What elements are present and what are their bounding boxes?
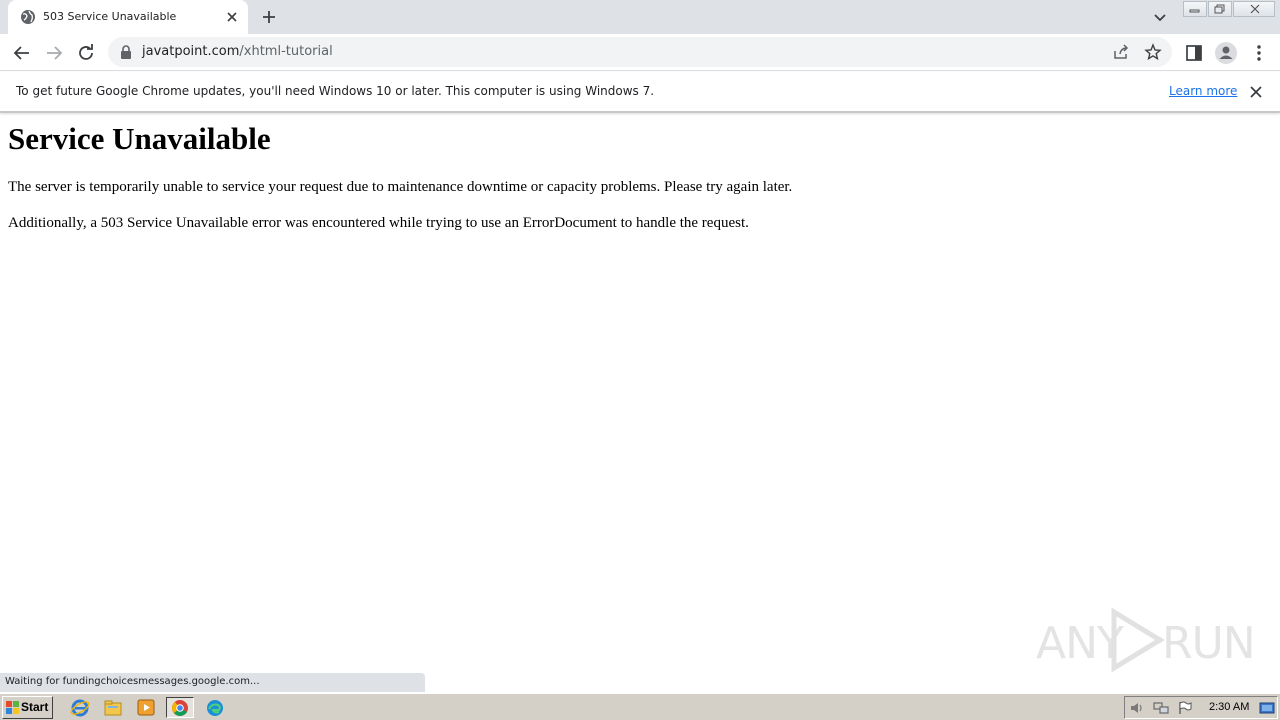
side-panel-icon[interactable] [1184,43,1204,63]
minimize-button[interactable] [1183,1,1207,17]
system-tray: 2:30 AM [1124,696,1278,719]
play-logo-icon [1111,608,1165,672]
show-desktop-icon[interactable] [1259,701,1275,715]
forward-icon[interactable] [44,43,64,63]
ie-icon[interactable] [69,697,91,718]
lock-icon[interactable] [120,45,132,59]
start-button[interactable]: Start [2,696,53,719]
close-icon[interactable] [1248,84,1264,100]
browser-toolbar: javatpoint.com/xhtml-tutorial [0,34,1280,71]
status-text: Waiting for fundingchoicesmessages.googl… [5,676,260,687]
error-paragraph-1: The server is temporarily unable to serv… [8,179,793,195]
explorer-icon[interactable] [102,697,124,718]
minimize-icon [1189,9,1200,13]
close-icon [1250,4,1260,14]
learn-more-link[interactable]: Learn more [1169,84,1237,98]
chrome-taskbar-button[interactable] [166,697,194,718]
bookmark-star-icon[interactable] [1144,43,1162,61]
menu-kebab-icon[interactable] [1249,43,1269,63]
reload-icon[interactable] [76,43,96,63]
close-tab-icon[interactable] [224,9,240,25]
infobar-message: To get future Google Chrome updates, you… [16,84,655,98]
tab-strip: 503 Service Unavailable [0,0,1280,34]
share-icon[interactable] [1112,43,1130,61]
chevron-down-icon[interactable] [1152,9,1168,25]
new-tab-icon[interactable] [260,8,278,26]
profile-avatar-icon[interactable] [1215,42,1237,64]
tab-title: 503 Service Unavailable [43,10,177,23]
status-bubble: Waiting for fundingchoicesmessages.googl… [0,673,425,692]
tab-active[interactable]: 503 Service Unavailable [8,0,248,34]
windows-logo-icon [6,701,19,714]
error-paragraph-2: Additionally, a 503 Service Unavailable … [8,215,749,231]
start-label: Start [21,700,49,714]
restore-button[interactable] [1208,1,1232,17]
watermark-right-text: RUN [1162,618,1256,669]
update-infobar: To get future Google Chrome updates, you… [0,72,1280,113]
address-bar[interactable]: javatpoint.com/xhtml-tutorial [108,37,1172,67]
url-path: /xhtml-tutorial [239,44,333,59]
windows-taskbar: Start 2:30 AM [0,693,1280,720]
media-player-icon[interactable] [135,697,157,718]
url-text[interactable]: javatpoint.com/xhtml-tutorial [142,44,333,59]
globe-icon [21,10,35,24]
page-title: Service Unavailable [8,121,271,156]
clock-time: 2:30 AM [1209,701,1250,713]
edge-icon[interactable] [204,697,226,718]
action-center-flag-icon[interactable] [1177,701,1193,715]
volume-icon[interactable] [1129,701,1145,715]
network-icon[interactable] [1153,701,1169,715]
url-domain: javatpoint.com [142,44,240,59]
restore-icon [1214,4,1225,14]
chrome-icon [172,700,188,716]
back-icon[interactable] [12,43,32,63]
close-window-button[interactable] [1233,1,1275,17]
page-content: Service Unavailable The server is tempor… [8,120,1268,250]
anyrun-watermark: ANY RUN [1036,606,1256,672]
